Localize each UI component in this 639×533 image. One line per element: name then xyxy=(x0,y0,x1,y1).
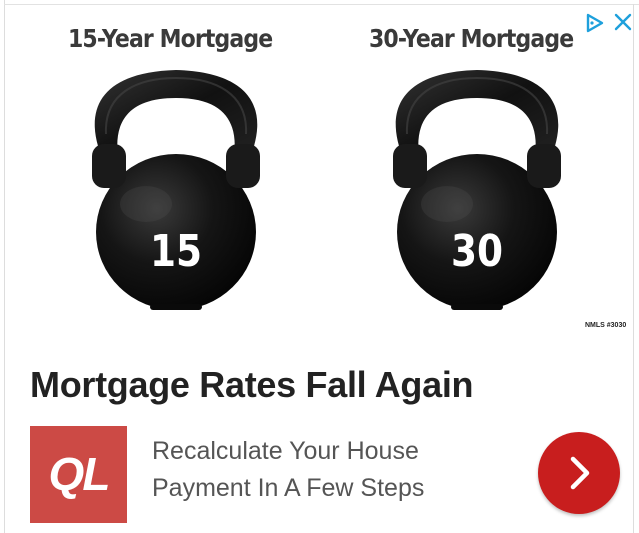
ad-container[interactable]: 15-Year Mortgage 30-Year Mortgage 15 30 … xyxy=(0,0,639,533)
ad-image[interactable]: 15-Year Mortgage 30-Year Mortgage 15 30 … xyxy=(6,6,632,329)
ad-description-line-2: Payment In A Few Steps xyxy=(152,474,425,502)
adchoices-icon[interactable] xyxy=(584,12,606,34)
frame-border-top xyxy=(4,4,639,5)
ad-description[interactable]: Recalculate Your House Payment In A Few … xyxy=(152,433,512,507)
frame-border-left xyxy=(4,0,5,533)
right-weight-label: 30 xyxy=(450,226,504,277)
right-image-heading: 30-Year Mortgage xyxy=(369,24,574,53)
left-weight-label: 15 xyxy=(149,226,203,277)
cta-button[interactable] xyxy=(538,432,620,514)
ad-headline[interactable]: Mortgage Rates Fall Again xyxy=(30,364,474,406)
ad-description-line-1: Recalculate Your House xyxy=(152,437,419,465)
frame-border-right xyxy=(633,4,634,533)
nmls-disclosure: NMLS #3030 xyxy=(585,322,627,329)
brand-logo[interactable]: QL xyxy=(30,426,127,523)
chevron-right-icon xyxy=(570,456,590,490)
brand-logo-text: QL xyxy=(48,448,111,500)
left-image-heading: 15-Year Mortgage xyxy=(68,24,273,53)
close-icon[interactable] xyxy=(612,11,634,33)
